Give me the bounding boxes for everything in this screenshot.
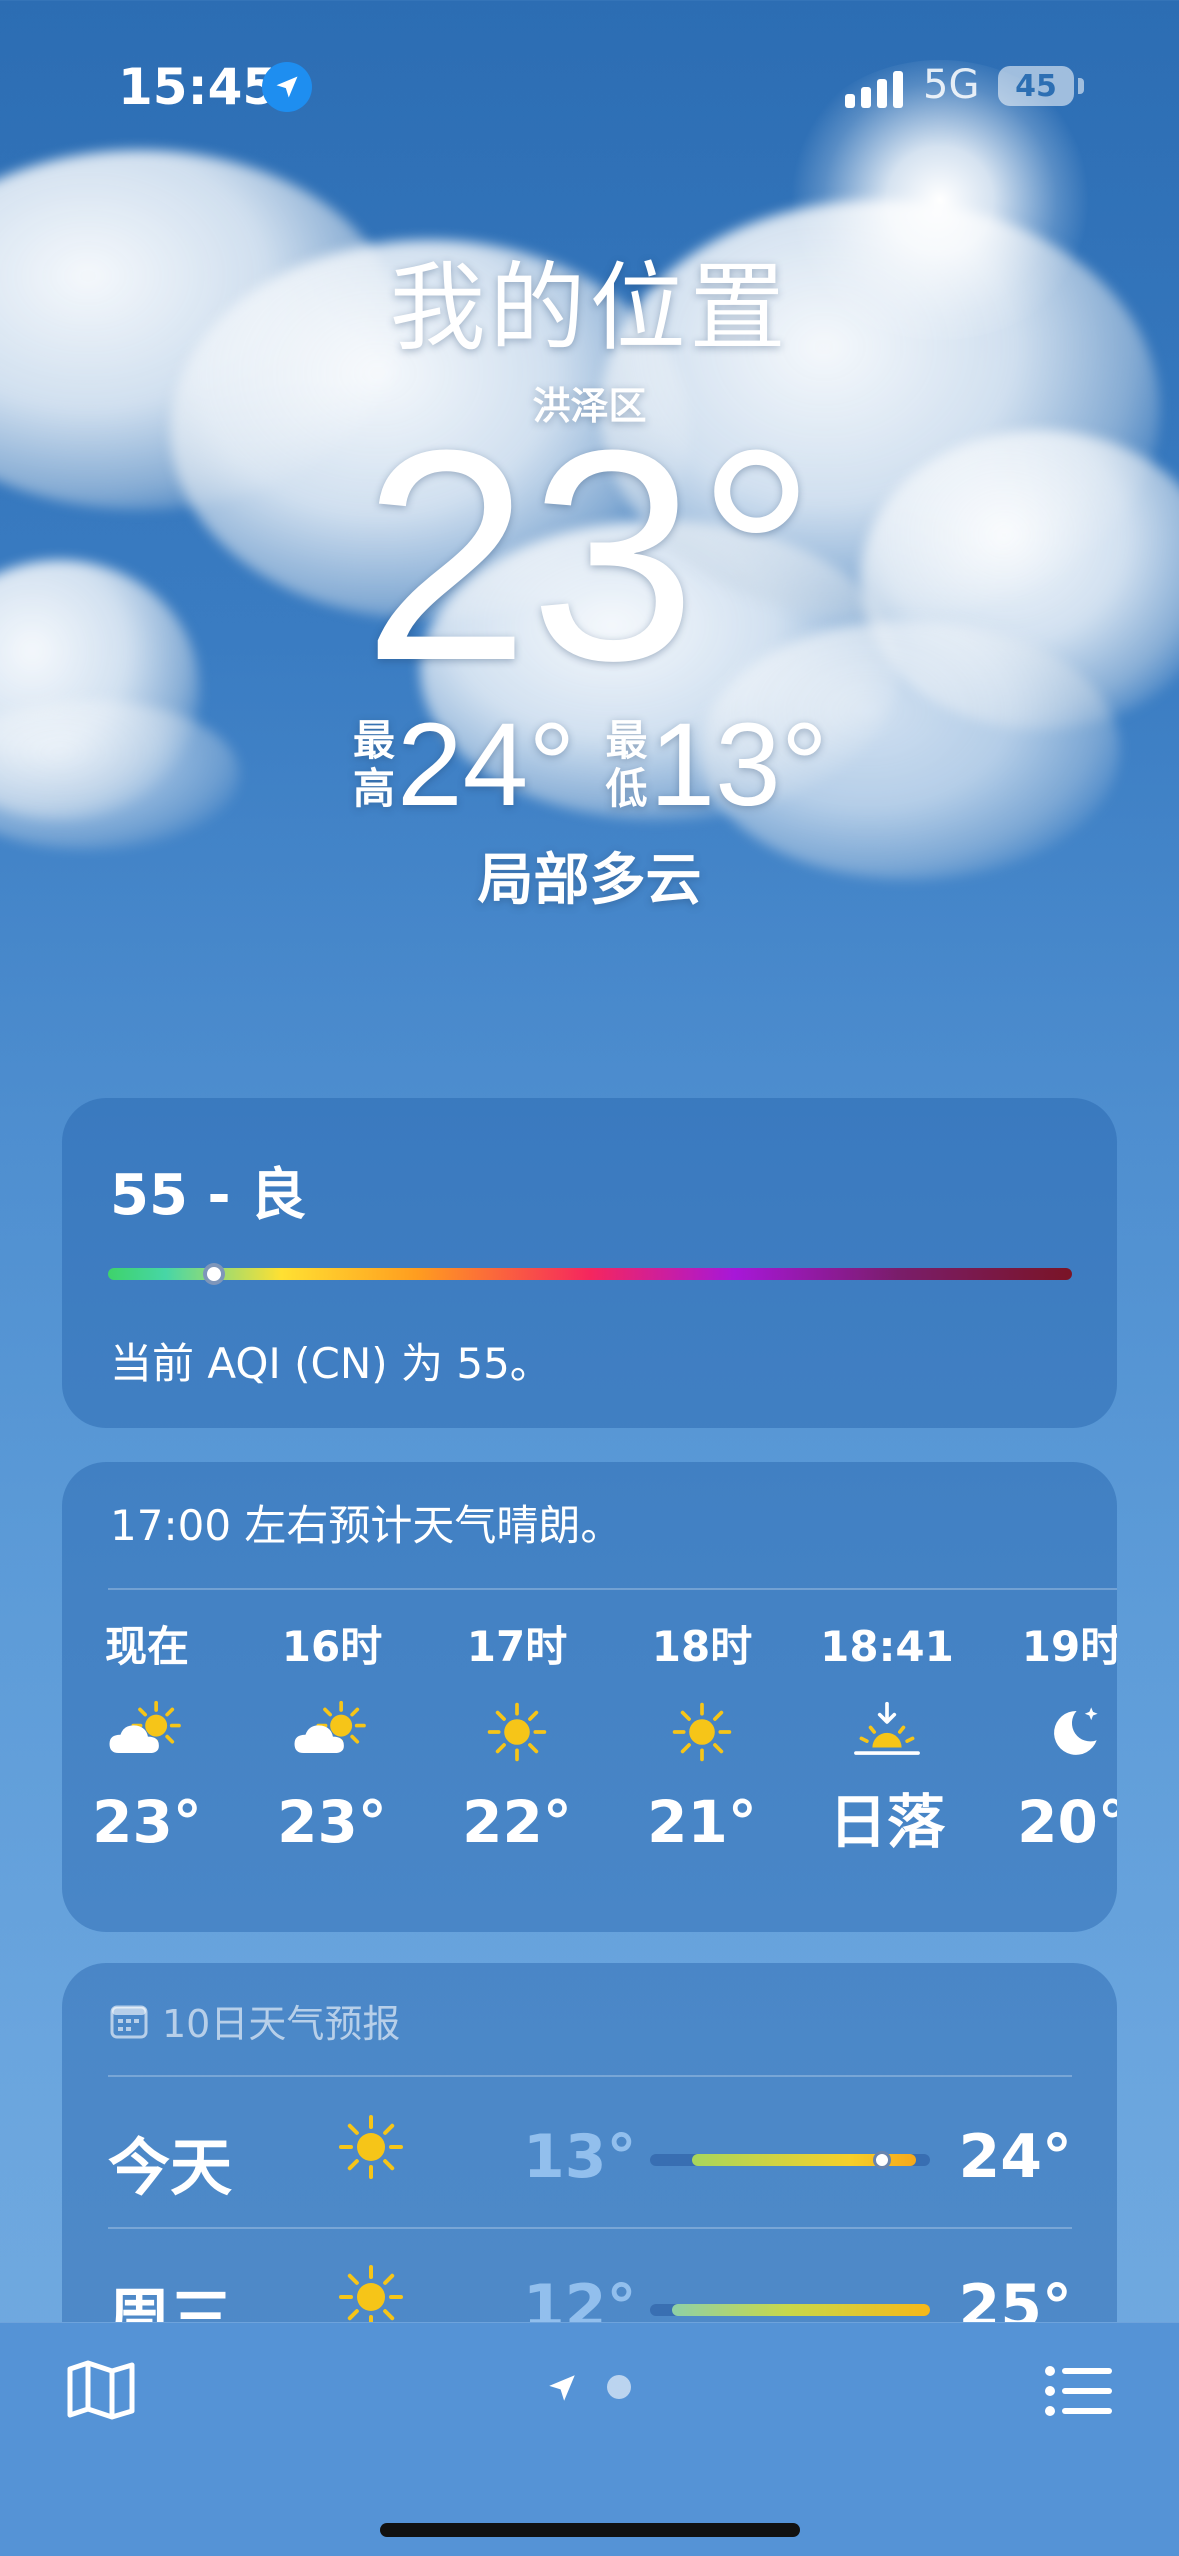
current-temp-dot <box>873 2151 892 2169</box>
location-title: 我的位置 <box>389 252 790 364</box>
hourly-item: 现在 23° <box>72 1617 222 1857</box>
current-condition: 局部多云 <box>477 848 702 913</box>
hourly-scroll[interactable]: 现在 23° 16时 23° 17时 22° 18时 21° 18:41 日落 … <box>62 1617 1117 1917</box>
temp-range-bar <box>650 2151 930 2169</box>
aqi-indicator <box>203 1263 226 1285</box>
hourly-time: 18:41 <box>820 1622 954 1671</box>
aqi-card[interactable]: 55 - 良 当前 AQI (CN) 为 55。 <box>62 1098 1117 1428</box>
hourly-temp: 20° <box>1017 1788 1117 1856</box>
battery-icon: 45 <box>998 66 1074 106</box>
aqi-description: 当前 AQI (CN) 为 55。 <box>110 1339 552 1388</box>
partly-cloudy-icon <box>257 1677 407 1787</box>
high-label: 最高 <box>353 716 396 813</box>
signal-icon <box>845 68 903 108</box>
hourly-temp: 22° <box>462 1788 572 1856</box>
high-temp: 24° <box>397 699 576 831</box>
hourly-item: 18时 21° <box>627 1617 777 1857</box>
day-name: 今天 <box>108 2131 233 2204</box>
hourly-temp: 23° <box>277 1788 387 1856</box>
daily-forecast-title: 10日天气预报 <box>162 2002 401 2046</box>
hourly-summary: 17:00 左右预计天气晴朗。 <box>110 1501 623 1550</box>
hourly-temp: 23° <box>92 1788 202 1856</box>
status-time: 15:45 <box>118 58 278 116</box>
hourly-time: 17时 <box>466 1622 568 1671</box>
hourly-temp: 21° <box>647 1788 757 1856</box>
hourly-time: 现在 <box>104 1622 189 1671</box>
sun-icon <box>627 1677 777 1787</box>
low-label: 最低 <box>605 716 648 813</box>
current-temperature: 23° <box>362 387 817 723</box>
hourly-item: 17时 22° <box>442 1617 592 1857</box>
daily-row[interactable]: 今天 13° 24° <box>108 2077 1072 2227</box>
hourly-item: 19时 20° <box>997 1617 1117 1857</box>
high-low: 最高 24° 最低 13° <box>0 705 1179 825</box>
hourly-item: 18:41 日落 <box>812 1617 962 1857</box>
bottom-toolbar <box>0 2322 1179 2556</box>
calendar-icon <box>110 2005 148 2038</box>
daily-forecast-header: 10日天气预报 <box>110 1993 400 2048</box>
moon-icon <box>997 1677 1117 1787</box>
temp-range-bar <box>650 2304 930 2316</box>
location-arrow-icon[interactable] <box>545 2371 579 2409</box>
network-type: 5G <box>923 62 980 108</box>
aqi-value: 55 - 良 <box>110 1163 307 1228</box>
location-arrow-icon <box>262 62 312 112</box>
day-high: 24° <box>958 2122 1073 2192</box>
hourly-temp: 日落 <box>828 1788 945 1856</box>
status-bar: 15:45 5G 45 <box>0 0 1179 150</box>
partly-cloudy-icon <box>72 1677 222 1787</box>
day-low: 13° <box>523 2122 637 2192</box>
hourly-item: 16时 23° <box>257 1617 407 1857</box>
list-icon[interactable] <box>1044 2363 1114 2423</box>
low-temp: 13° <box>649 699 828 831</box>
sunset-icon <box>812 1677 962 1787</box>
map-icon[interactable] <box>66 2359 136 2425</box>
divider <box>108 1588 1117 1590</box>
sun-icon <box>442 1677 592 1787</box>
hourly-time: 19时 <box>1021 1622 1117 1671</box>
home-indicator <box>380 2523 800 2537</box>
battery-cap <box>1078 78 1084 94</box>
hourly-time: 16时 <box>281 1622 383 1671</box>
hourly-time: 18时 <box>651 1622 753 1671</box>
sun-icon <box>336 2112 406 2186</box>
hourly-forecast-card[interactable]: 17:00 左右预计天气晴朗。 现在 23° 16时 23° 17时 22° 1… <box>62 1462 1117 1932</box>
temp-range-fill <box>672 2304 930 2316</box>
page-dot[interactable] <box>607 2375 631 2399</box>
location-header: 我的位置 洪泽区 23° 最高 24° 最低 13° 局部多云 <box>0 230 1179 913</box>
aqi-scale-bar <box>108 1268 1072 1280</box>
